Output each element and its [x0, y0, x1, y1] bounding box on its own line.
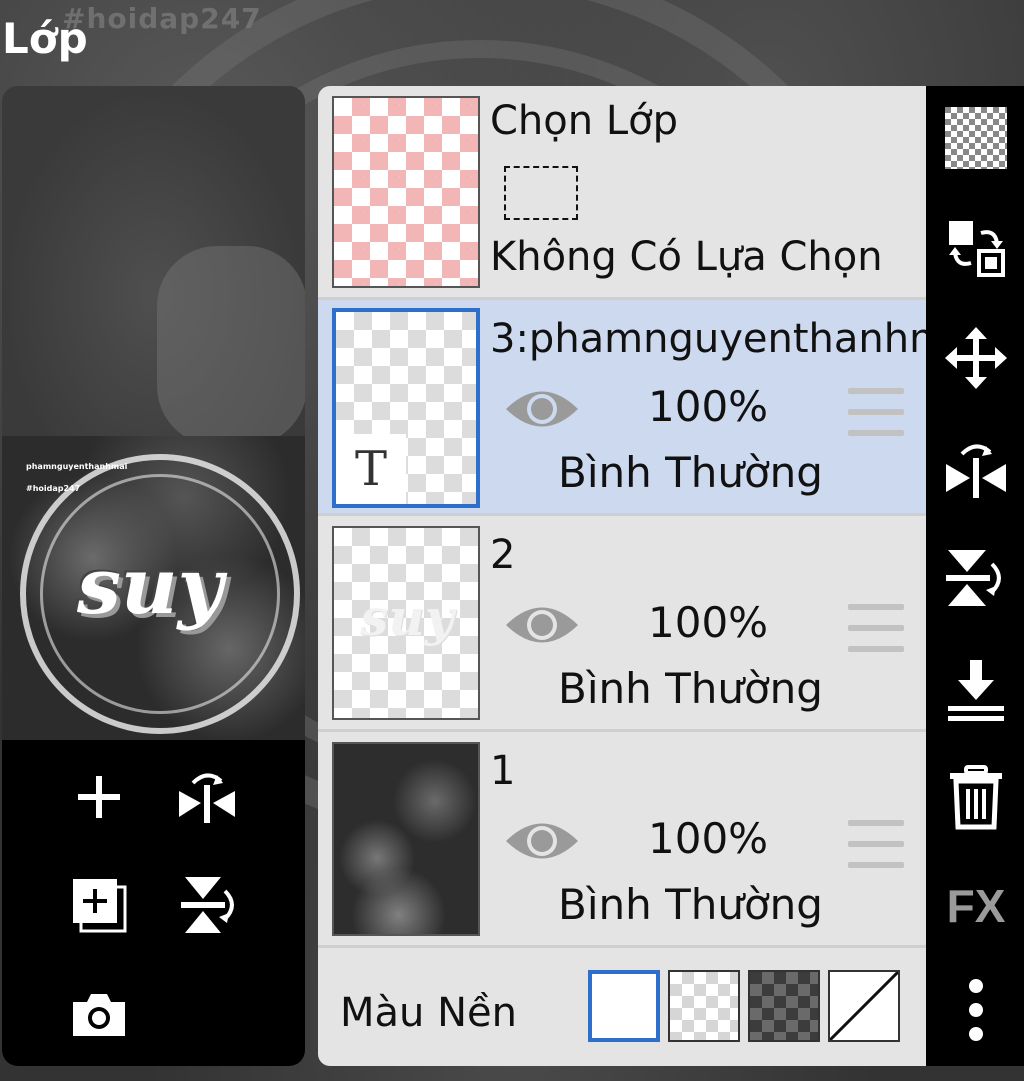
flip-horizontal-button[interactable]	[944, 436, 1008, 500]
swap-layer-icon	[949, 221, 1005, 277]
add-layer-button[interactable]	[64, 870, 134, 940]
camera-button[interactable]	[64, 980, 134, 1050]
selection-layer-row[interactable]: Chọn Lớp Không Có Lựa Chọn	[318, 86, 926, 300]
no-background-icon	[830, 972, 898, 1040]
drag-handle-icon[interactable]	[848, 820, 904, 868]
layer-row[interactable]: suy 2 100% Bình Thường	[318, 516, 926, 732]
canvas-area[interactable]	[2, 86, 305, 446]
checkerboard-icon	[945, 107, 1007, 169]
selection-title: Chọn Lớp	[490, 98, 678, 144]
background-shape	[157, 246, 305, 446]
layer-blend-mode[interactable]: Bình Thường	[558, 448, 823, 497]
flip-vertical-icon	[181, 877, 234, 933]
visibility-eye-icon[interactable]	[504, 600, 580, 650]
layer-name: 1	[490, 748, 516, 794]
page-title: Lớp	[2, 14, 88, 63]
more-vertical-icon	[969, 979, 983, 1041]
layer-row[interactable]: T 3:phamnguyenthanhmai 100% Bình Thường	[318, 300, 926, 516]
bg-dark-swatch[interactable]	[748, 970, 820, 1042]
layer-opacity[interactable]: 100%	[648, 598, 768, 647]
delete-layer-button[interactable]	[944, 765, 1008, 830]
transparency-button[interactable]	[944, 106, 1008, 170]
move-icon	[945, 327, 1007, 389]
swap-layer-button[interactable]	[944, 216, 1008, 280]
move-button[interactable]	[944, 326, 1008, 390]
drag-handle-icon[interactable]	[848, 604, 904, 652]
layer-name: 2	[490, 532, 516, 578]
flip-vertical-button[interactable]	[172, 870, 242, 940]
layer-blend-mode[interactable]: Bình Thường	[558, 880, 823, 929]
layer-thumbnail	[332, 742, 480, 936]
flip-horizontal-icon	[946, 444, 1006, 498]
preview-tag: #hoidap247	[26, 484, 81, 493]
merge-down-icon	[948, 660, 1004, 721]
bg-none-swatch[interactable]	[828, 970, 900, 1042]
more-options-button[interactable]	[944, 978, 1008, 1042]
drag-handle-icon[interactable]	[848, 388, 904, 436]
bg-white-swatch[interactable]	[588, 970, 660, 1042]
selection-thumbnail	[332, 96, 480, 288]
layer-list: Chọn Lớp Không Có Lựa Chọn T 3:phamnguye…	[318, 86, 926, 1066]
flip-vertical-icon	[946, 550, 1001, 606]
canvas-preview-panel: phamnguyenthanhmai #hoidap247 suy	[2, 86, 305, 1066]
layer-opacity[interactable]: 100%	[648, 814, 768, 863]
bg-transparent-swatch[interactable]	[668, 970, 740, 1042]
layer-thumbnail-art: suy	[360, 588, 454, 647]
trash-icon	[950, 765, 1002, 830]
fx-button[interactable]: FX	[936, 874, 1016, 938]
flip-vertical-button[interactable]	[944, 546, 1008, 610]
add-button[interactable]	[64, 762, 134, 832]
preview-credit: phamnguyenthanhmai	[26, 462, 128, 471]
visibility-eye-icon[interactable]	[504, 816, 580, 866]
background-color-row: Màu Nền	[318, 948, 926, 1066]
layer-opacity[interactable]: 100%	[648, 382, 768, 431]
flip-horizontal-icon	[179, 773, 235, 823]
artwork-preview[interactable]: phamnguyenthanhmai #hoidap247 suy	[2, 436, 305, 740]
text-layer-badge: T	[336, 434, 406, 504]
add-layer-icon	[73, 879, 127, 933]
visibility-eye-icon[interactable]	[504, 384, 580, 434]
watermark: #hoidap247	[62, 2, 262, 35]
selection-marquee-icon	[504, 166, 578, 220]
layer-blend-mode[interactable]: Bình Thường	[558, 664, 823, 713]
selection-status: Không Có Lựa Chọn	[490, 234, 883, 280]
fx-icon: FX	[946, 880, 1006, 932]
layer-name: 3:phamnguyenthanhmai	[490, 316, 926, 362]
plus-icon	[78, 776, 120, 818]
layer-thumbnail: T	[332, 308, 480, 508]
layer-row[interactable]: 1 100% Bình Thường	[318, 732, 926, 948]
background-color-label: Màu Nền	[340, 990, 517, 1036]
left-toolbar	[2, 740, 305, 1066]
flip-horizontal-button[interactable]	[172, 762, 242, 832]
merge-down-button[interactable]	[944, 658, 1008, 722]
camera-icon	[73, 994, 125, 1036]
right-toolbar: FX	[926, 86, 1024, 1066]
preview-art-text: suy	[77, 541, 223, 632]
layer-thumbnail: suy	[332, 526, 480, 720]
